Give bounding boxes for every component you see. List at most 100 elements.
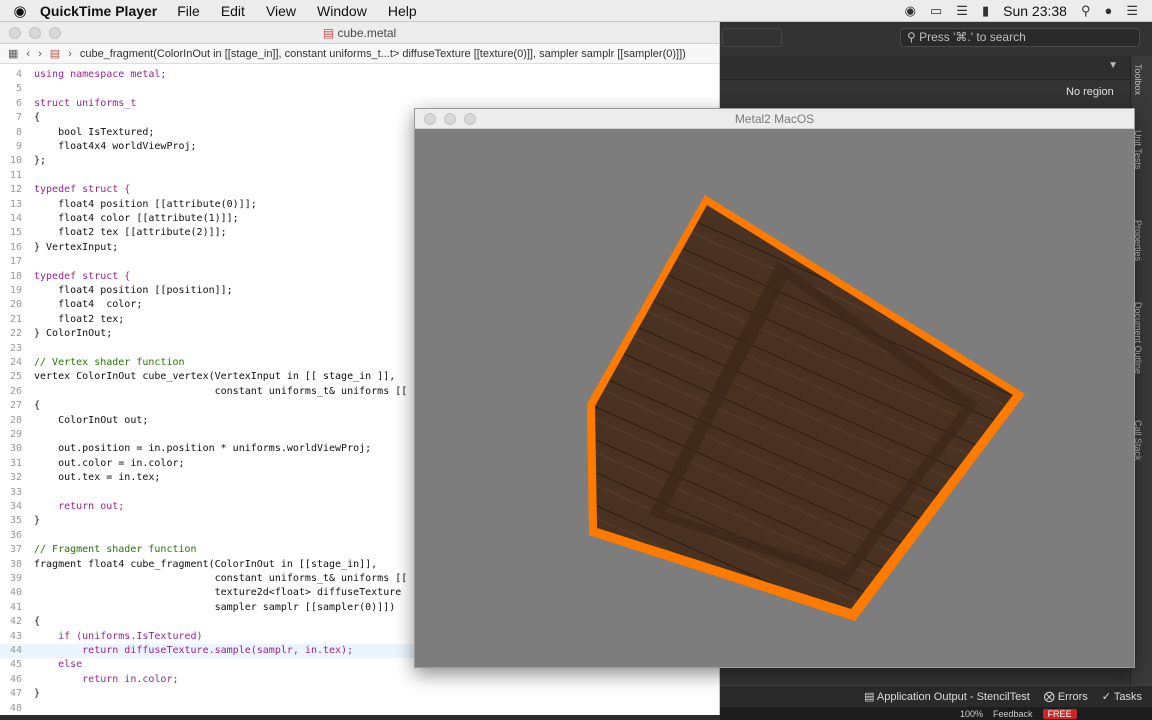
code-line[interactable]: 47} (0, 687, 720, 701)
line-number: 14 (9, 213, 22, 224)
menu-help[interactable]: Help (388, 3, 417, 19)
code-text: using namespace metal; (34, 69, 167, 80)
line-number: 5 (15, 83, 22, 95)
metal-titlebar: Metal2 MacOS (415, 109, 1134, 129)
line-number: 31 (9, 457, 22, 469)
code-text: }; (34, 155, 47, 167)
xcode-toolbar-row: ▼ (720, 56, 1132, 80)
code-text: float2 tex; (34, 313, 125, 325)
grid-icon[interactable]: ▦ (8, 47, 18, 60)
menu-bar: ◉ QuickTime Player File Edit View Window… (0, 0, 1152, 22)
metal-render-window: Metal2 MacOS (414, 108, 1135, 668)
line-number: 19 (9, 285, 22, 296)
line-number: 22 (9, 328, 22, 340)
code-text: constant uniforms_t& uniforms [[ (34, 573, 408, 584)
line-number: 33 (9, 486, 22, 498)
line-number: 29 (9, 429, 22, 440)
menu-file[interactable]: File (177, 3, 200, 19)
line-number: 24 (9, 357, 22, 368)
search-placeholder: Press '⌘.' to search (919, 30, 1026, 44)
line-number: 40 (9, 587, 22, 599)
file-icon: ▤ (322, 25, 338, 40)
code-line[interactable]: 48 (0, 702, 720, 715)
search-icon: ⚲ (907, 30, 920, 44)
metal-window-title: Metal2 MacOS (734, 111, 815, 126)
line-number: 32 (9, 472, 22, 484)
line-number: 6 (15, 97, 22, 109)
code-text: } VertexInput; (34, 241, 119, 253)
code-text: fragment float4 cube_fragment(ColorInOut… (34, 558, 378, 570)
siri-icon[interactable]: ● (1104, 3, 1112, 18)
line-number: 21 (9, 313, 22, 325)
file-icon[interactable]: ▤ (50, 47, 60, 60)
xcode-search-input[interactable]: ⚲ Press '⌘.' to search (900, 28, 1140, 47)
xcode-tab[interactable] (722, 28, 782, 47)
line-number: 16 (9, 241, 22, 253)
wifi-icon[interactable]: ☰ (956, 3, 968, 19)
application-output-tab[interactable]: ▤ Application Output - StencilTest (864, 690, 1030, 703)
tasks-tab[interactable]: ✓ Tasks (1102, 690, 1142, 703)
line-number: 25 (9, 371, 22, 383)
code-text: typedef struct { (34, 184, 131, 196)
code-text: out.tex = in.tex; (34, 472, 161, 484)
menu-window[interactable]: Window (317, 3, 367, 19)
xcode-status-bar: ▤ Application Output - StencilTest ⨂ Err… (720, 685, 1152, 707)
line-number: 9 (15, 141, 22, 152)
code-line[interactable]: 4 using namespace metal; (0, 68, 720, 82)
breadcrumb[interactable]: cube_fragment(ColorInOut in [[stage_in]]… (80, 48, 686, 60)
code-text: typedef struct { (34, 270, 131, 282)
jump-bar: ▦ ‹ › ▤ › cube_fragment(ColorInOut in [[… (0, 44, 719, 64)
zoom-level: 100% (960, 708, 984, 719)
line-number: 42 (9, 616, 22, 628)
feedback-button[interactable]: Feedback (993, 709, 1033, 719)
stop-recording-icon[interactable]: ◉ (905, 3, 916, 19)
line-number: 37 (9, 544, 22, 556)
code-text: float4 position [[position]]; (34, 285, 233, 296)
toolbox-tab[interactable]: Toolbox (1133, 64, 1143, 95)
menu-view[interactable]: View (266, 3, 296, 19)
line-number: 8 (15, 126, 22, 138)
line-number: 43 (9, 630, 22, 642)
back-icon[interactable]: ‹ (26, 48, 30, 60)
code-text: sampler samplr [[sampler(0)]]) (34, 601, 396, 613)
line-number: 18 (9, 270, 22, 282)
code-text: if (uniforms.IsTextured) (34, 630, 203, 642)
line-number: 45 (9, 659, 22, 671)
code-text: else (34, 659, 83, 671)
code-text: float4 color; (34, 299, 143, 311)
apple-menu-icon[interactable]: ◉ (0, 2, 40, 20)
code-line[interactable]: 5 (0, 82, 720, 96)
line-number: 27 (9, 400, 22, 412)
line-number: 36 (9, 529, 22, 541)
line-number: 46 (9, 673, 22, 685)
code-text: // Vertex shader function (34, 357, 185, 368)
line-number: 44 (9, 645, 22, 656)
chevron-down-icon[interactable]: ▼ (1108, 60, 1118, 71)
code-line[interactable]: 46 return in.color; (0, 673, 720, 687)
line-number: 41 (9, 601, 22, 613)
line-number: 23 (9, 342, 22, 354)
line-number: 28 (9, 414, 22, 426)
editor-titlebar: ▤ cube.metal (0, 22, 719, 44)
breadcrumb-separator: › (68, 47, 72, 60)
line-number: 34 (9, 501, 22, 512)
notification-center-icon[interactable]: ☰ (1126, 3, 1138, 19)
code-text: float4 color [[attribute(1)]]; (34, 213, 239, 224)
spotlight-search-icon[interactable]: ⚲ (1081, 3, 1091, 19)
rendered-crate (587, 195, 1025, 621)
airplay-icon[interactable]: ▭ (930, 3, 942, 19)
code-text: { (34, 112, 41, 124)
dock-strip: 100% Feedback FREE (720, 707, 1152, 720)
code-text: out.position = in.position * uniforms.wo… (34, 443, 372, 455)
code-text: bool IsTextured; (34, 126, 155, 138)
app-menu[interactable]: QuickTime Player (40, 3, 157, 19)
errors-tab[interactable]: ⨂ Errors (1044, 690, 1088, 703)
battery-icon[interactable]: ▮ (982, 3, 989, 19)
line-number: 39 (9, 573, 22, 584)
clock[interactable]: Sun 23:38 (1003, 3, 1067, 19)
line-number: 20 (9, 299, 22, 311)
menu-edit[interactable]: Edit (221, 3, 245, 19)
forward-icon[interactable]: › (38, 48, 42, 60)
code-text: float2 tex [[attribute(2)]]; (34, 227, 227, 239)
line-number: 11 (9, 169, 22, 181)
